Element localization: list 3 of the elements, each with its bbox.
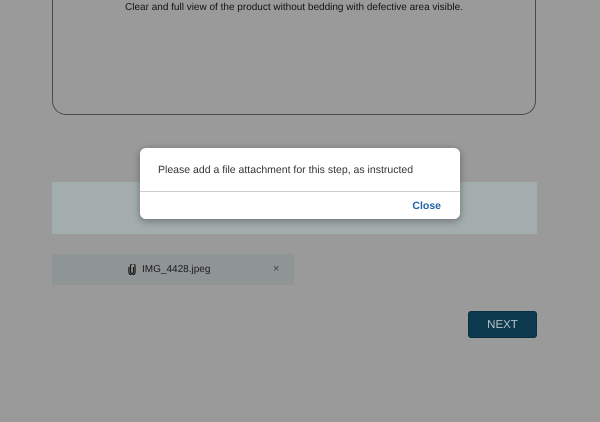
file-name: IMG_4428.jpeg (142, 264, 210, 275)
dialog-message: Please add a file attachment for this step, as instructed (157, 163, 414, 175)
instruction-text: Clear and full view of the product without bedding with defective area visible. (124, 1, 464, 13)
